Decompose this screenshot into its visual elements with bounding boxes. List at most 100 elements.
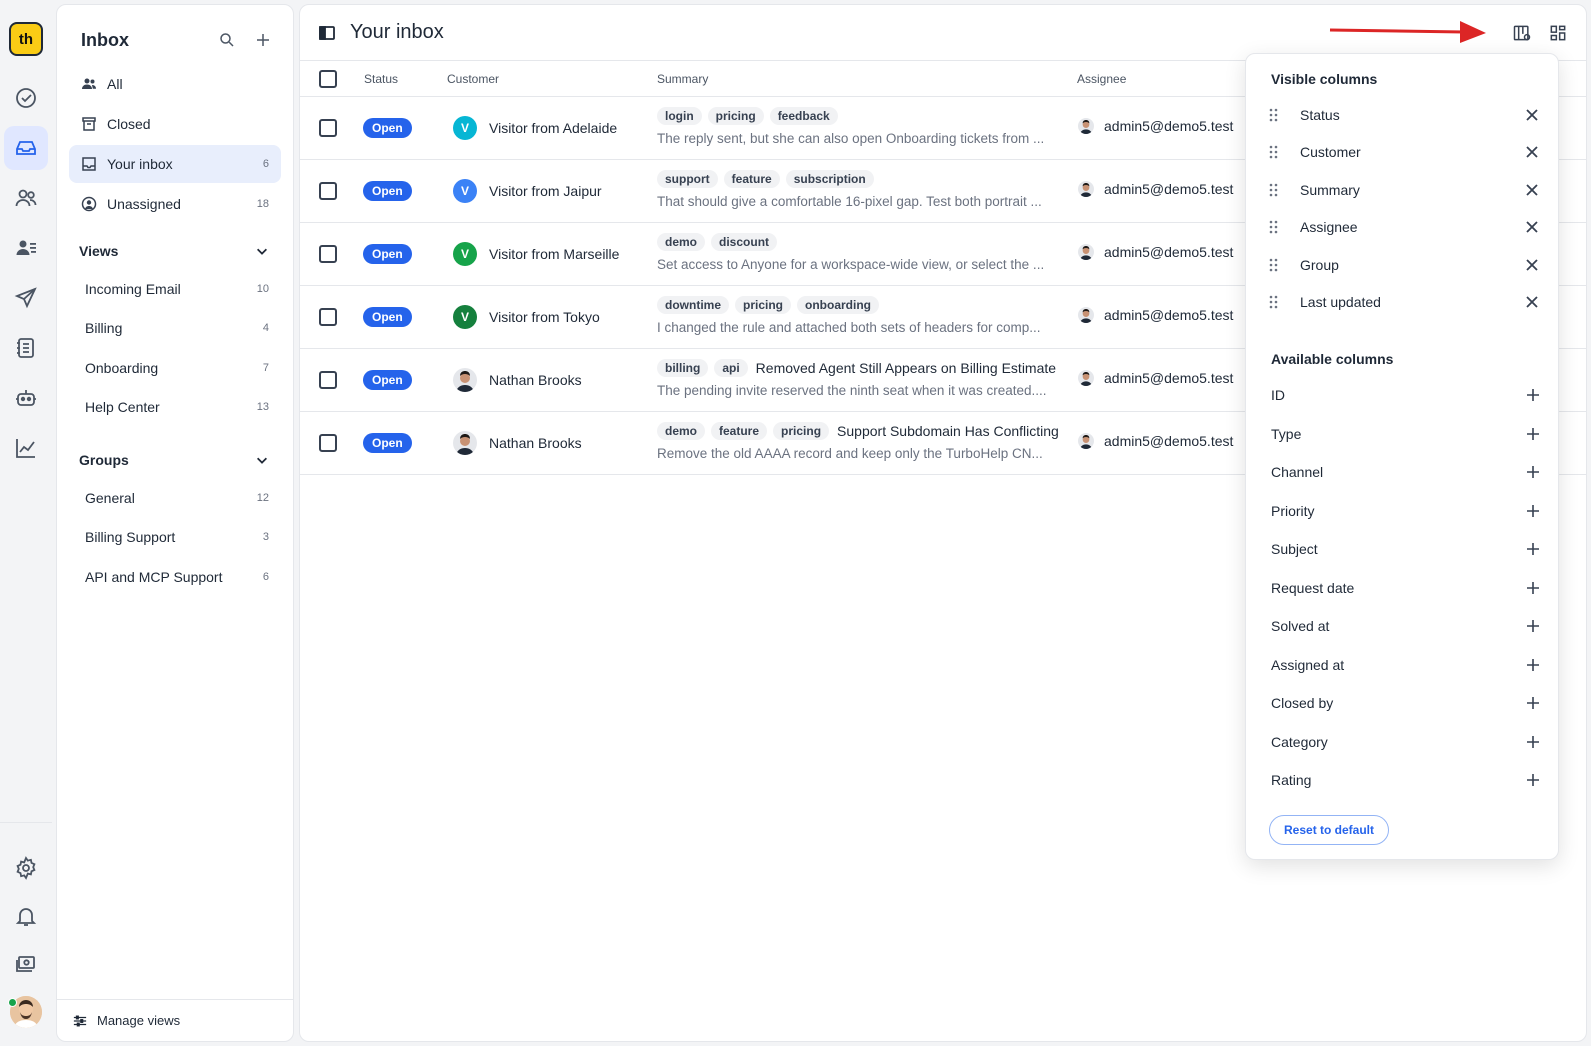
- drag-handle-icon[interactable]: [1268, 220, 1280, 234]
- bot-icon[interactable]: [4, 376, 48, 420]
- row-checkbox[interactable]: [319, 371, 337, 389]
- assignee-cell[interactable]: admin5@demo5.test: [1078, 433, 1233, 449]
- bell-icon[interactable]: [4, 894, 48, 938]
- tag[interactable]: api: [714, 359, 748, 377]
- reset-to-default-button[interactable]: Reset to default: [1269, 815, 1390, 845]
- tag[interactable]: downtime: [657, 296, 729, 314]
- remove-column-icon[interactable]: [1524, 294, 1540, 310]
- tag[interactable]: demo: [657, 422, 706, 440]
- row-checkbox[interactable]: [319, 308, 337, 326]
- column-header-customer[interactable]: Customer: [447, 61, 499, 97]
- available-column-item[interactable]: Solved at: [1271, 607, 1541, 646]
- remove-column-icon[interactable]: [1524, 257, 1540, 273]
- summary-cell[interactable]: support feature subscription That should gi…: [657, 168, 1067, 209]
- add-column-icon[interactable]: [1525, 618, 1541, 634]
- view-item-onboarding[interactable]: Onboarding 7: [69, 348, 281, 388]
- tag[interactable]: support: [657, 170, 718, 188]
- send-icon[interactable]: [4, 276, 48, 320]
- available-column-item[interactable]: Closed by: [1271, 684, 1541, 723]
- tag[interactable]: billing: [657, 359, 709, 377]
- app-logo[interactable]: th: [9, 22, 43, 56]
- column-header-assignee[interactable]: Assignee: [1077, 61, 1126, 97]
- customer-cell[interactable]: V Visitor from Tokyo: [453, 305, 600, 329]
- settings-icon[interactable]: [4, 846, 48, 890]
- search-icon[interactable]: [213, 26, 241, 54]
- drag-handle-icon[interactable]: [1268, 295, 1280, 309]
- nav-item-your-inbox[interactable]: Your inbox 6: [69, 145, 281, 183]
- tag[interactable]: pricing: [773, 422, 830, 440]
- analytics-icon[interactable]: [4, 426, 48, 470]
- available-column-item[interactable]: Assigned at: [1271, 646, 1541, 685]
- assignee-cell[interactable]: admin5@demo5.test: [1078, 118, 1233, 134]
- visible-column-item[interactable]: Group: [1268, 246, 1540, 284]
- customer-cell[interactable]: V Visitor from Adelaide: [453, 116, 617, 140]
- view-item-incoming-email[interactable]: Incoming Email 10: [69, 269, 281, 309]
- available-column-item[interactable]: Channel: [1271, 453, 1541, 492]
- contacts-icon[interactable]: [4, 226, 48, 270]
- visible-column-item[interactable]: Status: [1268, 96, 1540, 134]
- customer-cell[interactable]: V Visitor from Jaipur: [453, 179, 602, 203]
- available-column-item[interactable]: Priority: [1271, 492, 1541, 531]
- drag-handle-icon[interactable]: [1268, 108, 1280, 122]
- add-column-icon[interactable]: [1525, 464, 1541, 480]
- add-column-icon[interactable]: [1525, 695, 1541, 711]
- customer-cell[interactable]: V Visitor from Marseille: [453, 242, 619, 266]
- plus-icon[interactable]: [249, 26, 277, 54]
- inbox-icon[interactable]: [4, 126, 48, 170]
- tag[interactable]: feature: [711, 422, 768, 440]
- nav-item-closed[interactable]: Closed: [69, 105, 281, 143]
- add-column-icon[interactable]: [1525, 541, 1541, 557]
- add-column-icon[interactable]: [1525, 426, 1541, 442]
- users-icon[interactable]: [4, 176, 48, 220]
- customer-cell[interactable]: Nathan Brooks: [453, 368, 582, 392]
- row-checkbox[interactable]: [319, 245, 337, 263]
- grid-layout-icon[interactable]: [1542, 19, 1574, 47]
- columns-settings-icon[interactable]: [1506, 19, 1538, 47]
- available-column-item[interactable]: Request date: [1271, 569, 1541, 608]
- manage-views-button[interactable]: Manage views: [57, 999, 293, 1041]
- summary-cell[interactable]: downtime pricing onboarding I changed the r…: [657, 294, 1067, 335]
- tag[interactable]: onboarding: [797, 296, 880, 314]
- tasks-icon[interactable]: [4, 76, 48, 120]
- available-column-item[interactable]: ID: [1271, 376, 1541, 415]
- assignee-cell[interactable]: admin5@demo5.test: [1078, 307, 1233, 323]
- customer-cell[interactable]: Nathan Brooks: [453, 431, 582, 455]
- groups-section-header[interactable]: Groups: [69, 442, 281, 478]
- tag[interactable]: demo: [657, 233, 706, 251]
- assignee-cell[interactable]: admin5@demo5.test: [1078, 244, 1233, 260]
- visible-column-item[interactable]: Customer: [1268, 134, 1540, 172]
- available-column-item[interactable]: Rating: [1271, 761, 1541, 800]
- summary-cell[interactable]: demo feature pricing Support Subdomain Has …: [657, 420, 1067, 461]
- drag-handle-icon[interactable]: [1268, 145, 1280, 159]
- assignee-cell[interactable]: admin5@demo5.test: [1078, 181, 1233, 197]
- summary-cell[interactable]: login pricing feedback The reply sent, but …: [657, 105, 1067, 146]
- tag[interactable]: subscription: [785, 170, 874, 188]
- available-column-item[interactable]: Type: [1271, 415, 1541, 454]
- group-item-general[interactable]: General 12: [69, 478, 281, 518]
- nav-item-all[interactable]: All: [69, 65, 281, 103]
- summary-cell[interactable]: billing api Removed Agent Still Appears on…: [657, 357, 1067, 398]
- tag[interactable]: login: [657, 107, 702, 125]
- toggle-sidebar-icon[interactable]: [318, 24, 336, 42]
- add-column-icon[interactable]: [1525, 772, 1541, 788]
- tag[interactable]: pricing: [707, 107, 764, 125]
- view-item-billing[interactable]: Billing 4: [69, 309, 281, 349]
- column-header-status[interactable]: Status: [364, 61, 398, 97]
- select-all-checkbox[interactable]: [319, 61, 337, 97]
- remove-column-icon[interactable]: [1524, 182, 1540, 198]
- tag[interactable]: discount: [711, 233, 778, 251]
- group-item-api-mcp-support[interactable]: API and MCP Support 6: [69, 557, 281, 597]
- drag-handle-icon[interactable]: [1268, 258, 1280, 272]
- remove-column-icon[interactable]: [1524, 219, 1540, 235]
- remove-column-icon[interactable]: [1524, 107, 1540, 123]
- available-column-item[interactable]: Category: [1271, 723, 1541, 762]
- group-item-billing-support[interactable]: Billing Support 3: [69, 518, 281, 558]
- tag[interactable]: pricing: [735, 296, 792, 314]
- tag[interactable]: feedback: [769, 107, 838, 125]
- column-header-summary[interactable]: Summary: [657, 61, 708, 97]
- view-item-help-center[interactable]: Help Center 13: [69, 388, 281, 428]
- assignee-cell[interactable]: admin5@demo5.test: [1078, 370, 1233, 386]
- row-checkbox[interactable]: [319, 434, 337, 452]
- remove-column-icon[interactable]: [1524, 144, 1540, 160]
- visible-column-item[interactable]: Last updated: [1268, 284, 1540, 322]
